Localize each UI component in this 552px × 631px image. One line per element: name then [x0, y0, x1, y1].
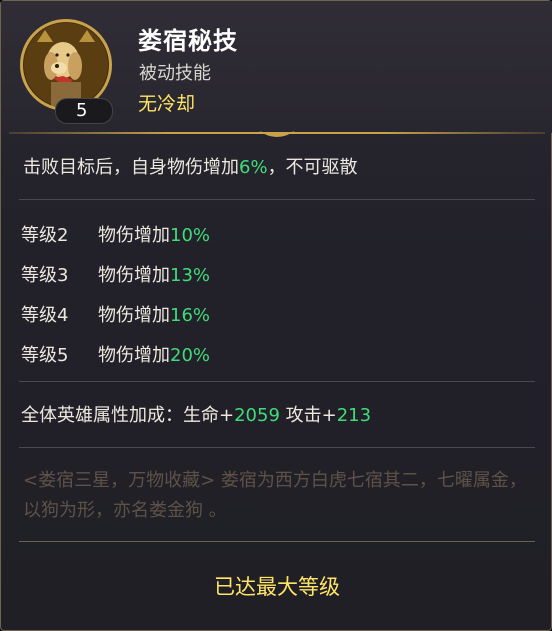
- description-prefix: 击败目标后，自身物伤增加: [23, 157, 239, 178]
- bonus-mid: 攻击+: [279, 405, 337, 426]
- description-value: 6%: [239, 157, 268, 178]
- divider-ornament-icon: [259, 131, 295, 137]
- bonus-hp-value: 2059: [234, 405, 280, 426]
- skill-icon-wrapper: 5: [20, 19, 113, 124]
- section-divider: [19, 381, 535, 382]
- skill-header: 5 娄宿秘技 被动技能 无冷却: [1, 1, 552, 133]
- level-label: 物伤增加: [98, 345, 170, 366]
- section-divider: [19, 199, 535, 200]
- bonus-prefix: 全体英雄属性加成：生命+: [21, 405, 235, 426]
- description-suffix: ，不可驱散: [267, 157, 358, 178]
- skill-title: 娄宿秘技: [138, 27, 238, 55]
- skill-description: 击败目标后，自身物伤增加6%，不可驱散: [23, 153, 358, 179]
- section-divider: [19, 447, 535, 448]
- footer-divider: [19, 541, 535, 542]
- level-name: 等级2: [21, 225, 69, 246]
- lore-text: <娄宿三星，万物收藏> 娄宿为西方白虎七宿其二，七曜属金，以狗为形，亦名娄金狗 …: [23, 470, 527, 521]
- skill-type: 被动技能: [139, 63, 211, 84]
- level-row: 等级4 物伤增加16%: [21, 301, 210, 327]
- skill-level-badge: 5: [55, 98, 113, 124]
- bonus-atk-value: 213: [336, 405, 372, 426]
- level-value: 20%: [170, 345, 211, 366]
- level-value: 13%: [170, 265, 211, 286]
- skill-tooltip-panel: 5 娄宿秘技 被动技能 无冷却 击败目标后，自身物伤增加6%，不可驱散 等级2 物…: [0, 0, 552, 631]
- level-value: 10%: [170, 225, 211, 246]
- level-name: 等级4: [21, 305, 69, 326]
- level-row: 等级2 物伤增加10%: [21, 221, 210, 247]
- skill-level-value: 5: [76, 100, 88, 121]
- level-label: 物伤增加: [98, 305, 170, 326]
- level-name: 等级5: [21, 345, 69, 366]
- level-row: 等级5 物伤增加20%: [21, 341, 210, 367]
- skill-cooldown: 无冷却: [138, 93, 196, 115]
- level-label: 物伤增加: [98, 225, 170, 246]
- level-label: 物伤增加: [98, 265, 170, 286]
- attribute-bonus: 全体英雄属性加成：生命+2059 攻击+213: [21, 401, 371, 427]
- level-value: 16%: [170, 305, 211, 326]
- level-row: 等级3 物伤增加13%: [21, 261, 210, 287]
- level-name: 等级3: [21, 265, 69, 286]
- max-level-status: 已达最大等级: [214, 575, 340, 599]
